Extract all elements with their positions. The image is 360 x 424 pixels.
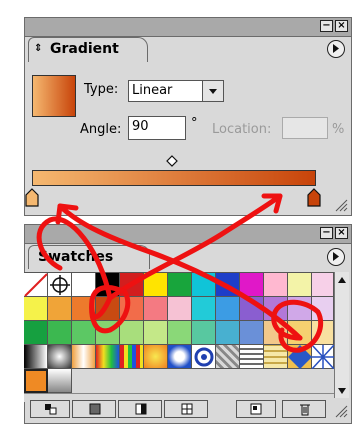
swatch[interactable] bbox=[264, 321, 288, 345]
swatch[interactable] bbox=[120, 273, 144, 297]
swatch[interactable] bbox=[312, 321, 334, 345]
swatch-none[interactable] bbox=[24, 273, 48, 297]
swatch[interactable] bbox=[144, 321, 168, 345]
swatch[interactable] bbox=[288, 345, 312, 369]
swatch[interactable] bbox=[168, 273, 192, 297]
swatches-tab-label: Swatches bbox=[38, 249, 114, 265]
swatch[interactable] bbox=[144, 345, 168, 369]
swatch[interactable] bbox=[24, 369, 48, 393]
swatch[interactable] bbox=[120, 321, 144, 345]
swatch[interactable] bbox=[192, 297, 216, 321]
swatch[interactable] bbox=[240, 297, 264, 321]
close-button[interactable]: × bbox=[335, 20, 348, 32]
swatch[interactable] bbox=[216, 297, 240, 321]
swatch[interactable] bbox=[144, 297, 168, 321]
minimize-button[interactable]: − bbox=[320, 20, 333, 32]
swatches-close-button[interactable]: × bbox=[335, 227, 348, 239]
show-swatches-button[interactable] bbox=[30, 400, 70, 418]
angle-input[interactable]: 90 bbox=[128, 116, 186, 140]
show-gradient-swatches-button[interactable] bbox=[118, 400, 162, 418]
show-swatches-icon bbox=[45, 404, 57, 415]
swatch[interactable] bbox=[264, 345, 288, 369]
gradient-preview-icon[interactable] bbox=[32, 75, 76, 117]
delete-swatch-button[interactable] bbox=[282, 400, 326, 418]
swatch[interactable] bbox=[216, 345, 240, 369]
swatch-scroll-area bbox=[72, 369, 334, 393]
swatch[interactable] bbox=[168, 321, 192, 345]
location-label: Location: bbox=[212, 122, 272, 137]
swatch[interactable] bbox=[144, 273, 168, 297]
dropdown-arrow-icon[interactable] bbox=[202, 81, 223, 101]
swatch[interactable] bbox=[24, 345, 48, 369]
percent-symbol: % bbox=[332, 122, 345, 137]
swatch[interactable] bbox=[48, 345, 72, 369]
swatch[interactable] bbox=[288, 297, 312, 321]
swatches-scrollbar[interactable] bbox=[334, 272, 349, 398]
swatch[interactable] bbox=[24, 321, 48, 345]
resize-grip-icon[interactable] bbox=[334, 198, 348, 212]
new-swatch-button[interactable] bbox=[236, 400, 276, 418]
swatch[interactable] bbox=[192, 273, 216, 297]
swatch[interactable] bbox=[240, 321, 264, 345]
show-pattern-swatches-button[interactable] bbox=[164, 400, 208, 418]
swatch[interactable] bbox=[216, 273, 240, 297]
gradient-stop-end-icon[interactable] bbox=[306, 188, 322, 208]
swatch[interactable] bbox=[288, 273, 312, 297]
gradient-tab-label: Gradient bbox=[50, 41, 119, 57]
swatch-registration[interactable] bbox=[48, 273, 72, 297]
swatch[interactable] bbox=[120, 297, 144, 321]
scroll-down-icon[interactable] bbox=[335, 384, 349, 398]
swatch[interactable] bbox=[48, 321, 72, 345]
swatch[interactable] bbox=[120, 345, 144, 369]
type-select[interactable]: Linear bbox=[128, 80, 224, 102]
swatch[interactable] bbox=[72, 321, 96, 345]
gradient-titlebar[interactable] bbox=[25, 18, 351, 37]
swatch[interactable] bbox=[168, 345, 192, 369]
swatches-resize-grip-icon[interactable] bbox=[334, 404, 348, 418]
swatch[interactable] bbox=[312, 273, 334, 297]
location-input bbox=[282, 117, 328, 139]
swatch[interactable] bbox=[312, 297, 334, 321]
type-label: Type: bbox=[84, 82, 119, 97]
swatch[interactable] bbox=[24, 297, 48, 321]
swatch[interactable] bbox=[216, 321, 240, 345]
show-color-swatches-button[interactable] bbox=[72, 400, 116, 418]
angle-label: Angle: bbox=[80, 122, 122, 137]
scroll-up-icon[interactable] bbox=[335, 273, 349, 287]
panel-menu-icon[interactable] bbox=[327, 40, 345, 58]
swatches-titlebar[interactable] bbox=[25, 225, 351, 244]
swatch[interactable] bbox=[96, 273, 120, 297]
swatch[interactable] bbox=[192, 321, 216, 345]
swatch[interactable] bbox=[72, 345, 96, 369]
swatches-minimize-button[interactable]: − bbox=[320, 227, 333, 239]
swatch[interactable] bbox=[96, 321, 120, 345]
swatch[interactable] bbox=[288, 321, 312, 345]
swatch[interactable] bbox=[96, 345, 120, 369]
midpoint-diamond-icon[interactable] bbox=[166, 155, 178, 167]
swatch-grid bbox=[24, 272, 335, 402]
swatch[interactable] bbox=[264, 297, 288, 321]
delete-swatch-icon bbox=[300, 404, 310, 416]
swatch[interactable] bbox=[48, 297, 72, 321]
swatch[interactable] bbox=[48, 369, 72, 393]
degree-symbol: ° bbox=[191, 116, 198, 131]
swatch[interactable] bbox=[311, 344, 335, 370]
swatch[interactable] bbox=[72, 297, 96, 321]
swatch[interactable] bbox=[168, 297, 192, 321]
swatch[interactable] bbox=[96, 297, 120, 321]
gradient-tab-arrows-icon: ⇕ bbox=[34, 43, 43, 54]
swatch[interactable] bbox=[264, 273, 288, 297]
swatch[interactable] bbox=[240, 345, 264, 369]
swatch[interactable] bbox=[240, 273, 264, 297]
gradient-stop-icon[interactable] bbox=[24, 188, 40, 208]
gradient-ramp[interactable] bbox=[32, 170, 316, 186]
new-swatch-icon bbox=[250, 403, 262, 415]
swatch[interactable] bbox=[72, 273, 96, 297]
swatch[interactable] bbox=[192, 345, 216, 369]
swatches-menu-icon[interactable] bbox=[327, 248, 345, 266]
type-select-value: Linear bbox=[132, 83, 173, 98]
